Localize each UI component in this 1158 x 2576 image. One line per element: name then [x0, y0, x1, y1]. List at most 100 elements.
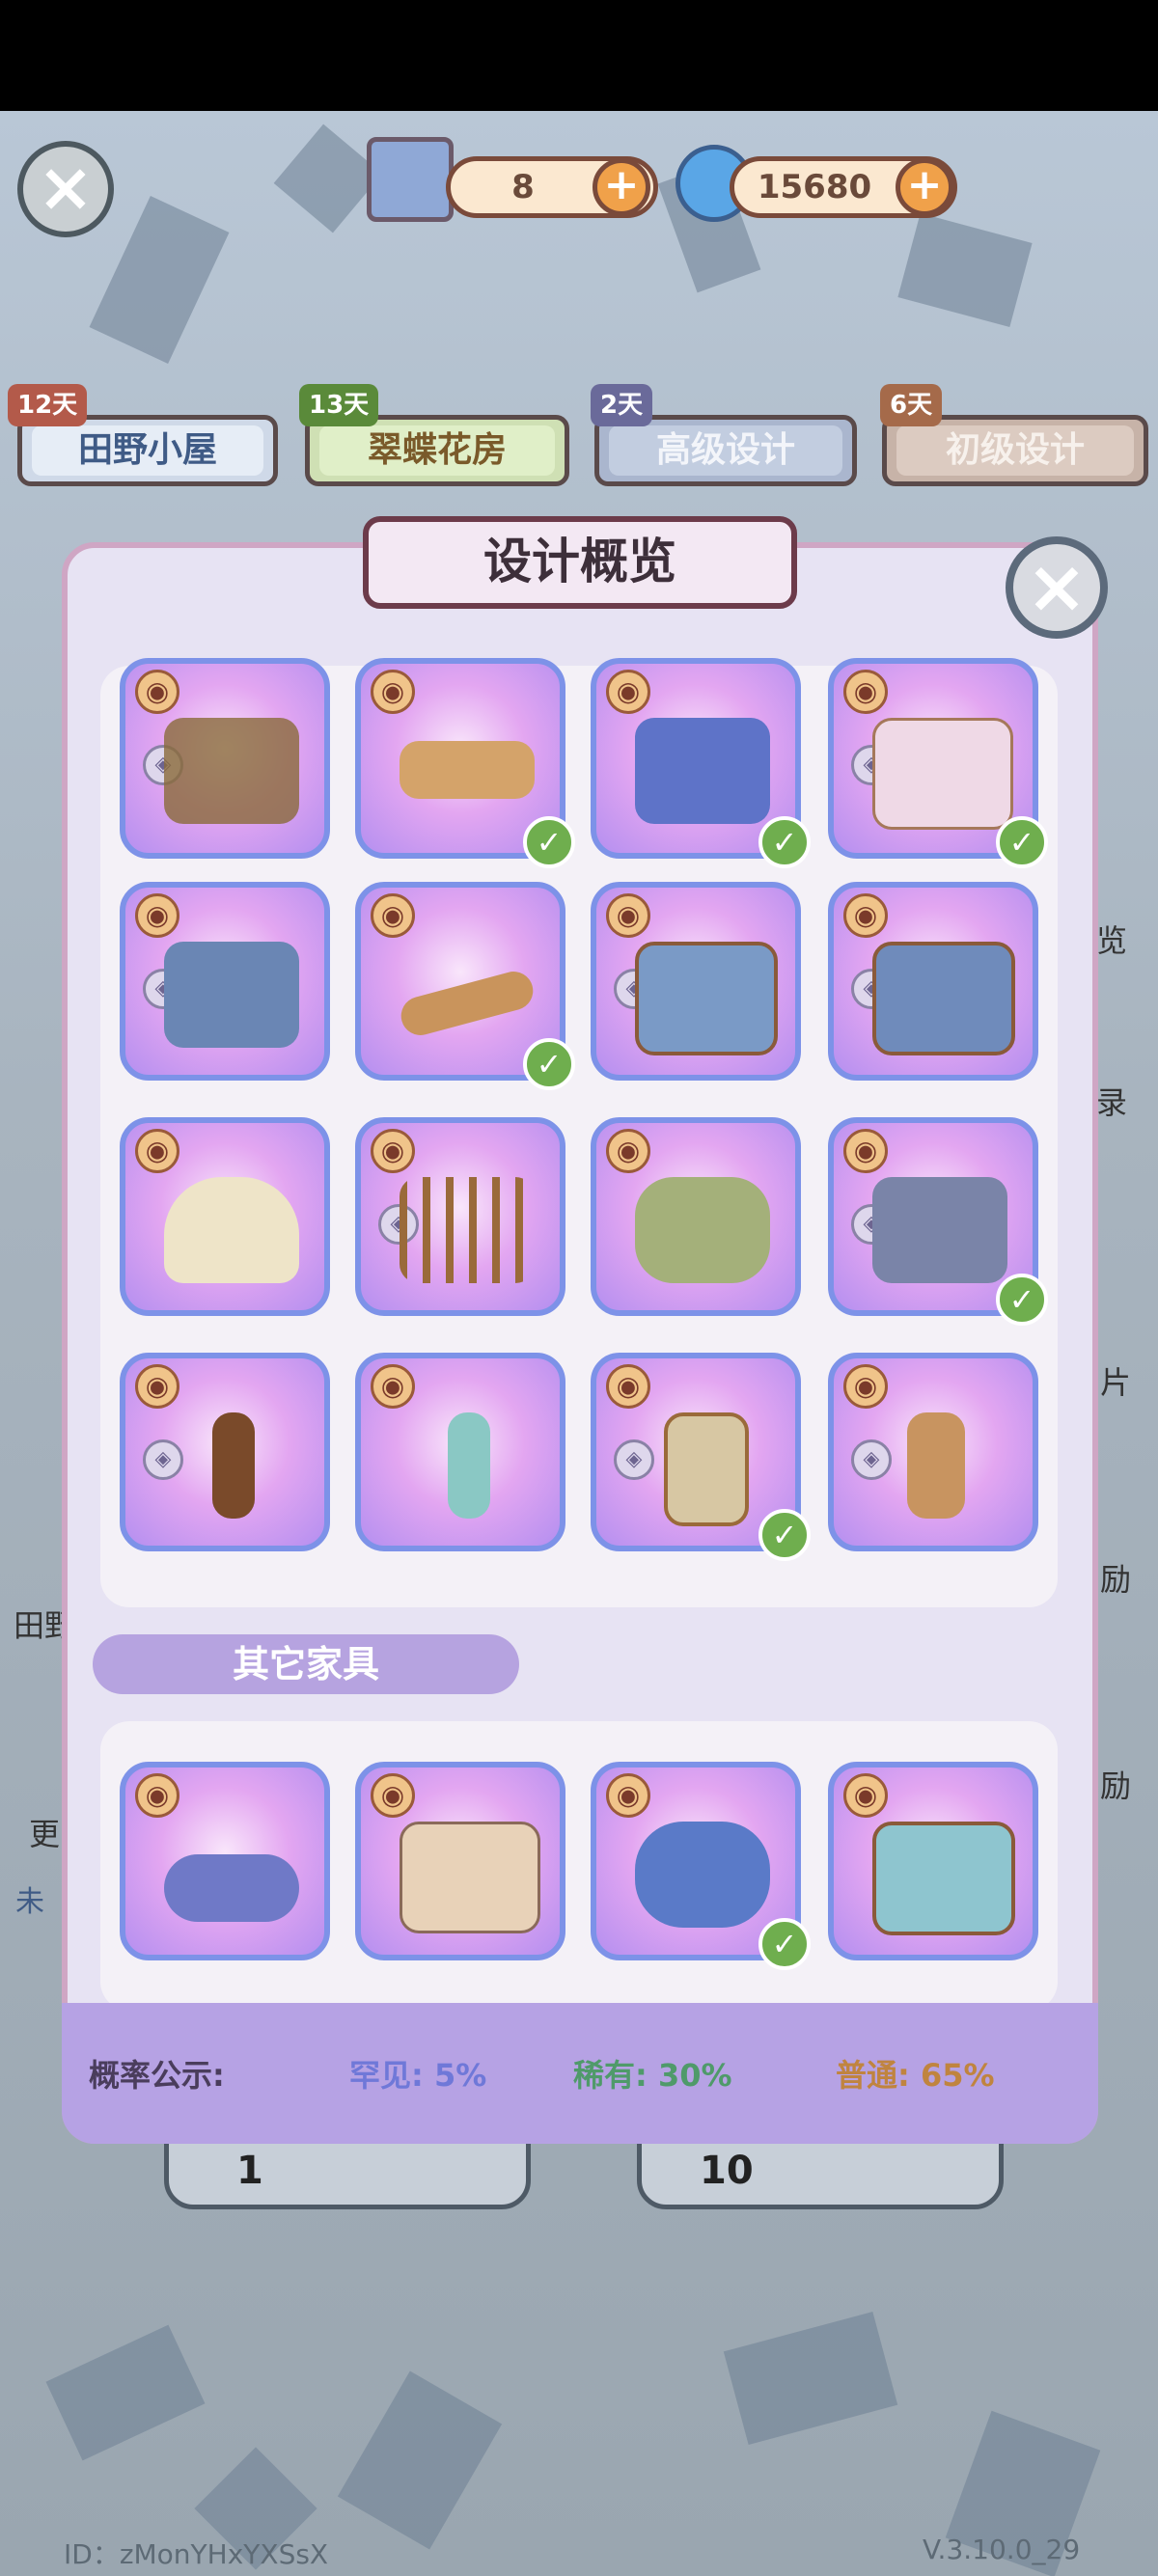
furniture-item[interactable]: ◉ ◈ [355, 1117, 565, 1316]
eye-icon[interactable]: ◉ [843, 1773, 888, 1818]
furniture-item[interactable]: ◉ [120, 1762, 330, 1960]
draw-count: 1 [236, 2149, 263, 2193]
tab-days-badge: 6天 [880, 384, 943, 426]
side-label: 片 [1100, 1364, 1132, 1401]
furniture-item[interactable]: ◉ ✓ [591, 1762, 811, 1970]
tab-days-badge: 12天 [8, 384, 88, 426]
furniture-item[interactable]: ◉ [828, 1762, 1038, 1960]
tab-days-badge: 13天 [299, 384, 379, 426]
cube-icon: ◈ [143, 1439, 183, 1480]
tab-label: 翠蝶花房 [319, 425, 555, 476]
side-label: 励 [1100, 1768, 1132, 1804]
furniture-item[interactable]: ◉ [355, 1353, 565, 1551]
wood-beam-art [397, 967, 538, 1040]
modal-title: 设计概览 [363, 516, 797, 609]
owned-check-icon: ✓ [758, 1918, 811, 1970]
flower-fence-art [400, 1822, 540, 1933]
eye-icon[interactable]: ◉ [606, 1773, 650, 1818]
eye-icon[interactable]: ◉ [135, 893, 179, 938]
side-label: 励 [1100, 1561, 1132, 1598]
furniture-item[interactable]: ◉ ◈ [828, 1353, 1038, 1551]
screen-door-art [907, 1412, 965, 1519]
flower-carpet-art [164, 1854, 299, 1922]
door-art [664, 1412, 749, 1526]
furniture-item[interactable]: ◉ ◈ [591, 882, 801, 1081]
ticket-count: 8 [511, 168, 535, 206]
owned-check-icon: ✓ [758, 1509, 811, 1561]
furniture-item[interactable]: ◉ ◈ [120, 1353, 330, 1551]
add-ticket-button[interactable]: + [593, 158, 650, 216]
modal-close-button[interactable]: × [1006, 536, 1108, 639]
back-close-button[interactable]: × [17, 141, 114, 237]
eye-icon[interactable]: ◉ [371, 1773, 415, 1818]
tab-label: 田野小屋 [32, 425, 263, 476]
furniture-item[interactable]: ◉ ◈ [828, 882, 1038, 1081]
cube-icon: ◈ [614, 1439, 654, 1480]
furniture-item[interactable]: ◉ ✓ [355, 882, 575, 1090]
wall-panel-art [212, 1412, 255, 1519]
owned-check-icon: ✓ [523, 1038, 575, 1090]
fence-gate-art [400, 1177, 535, 1283]
version-label: V.3.10.0_29 [923, 2534, 1081, 2565]
furniture-item[interactable]: ◉ ✓ [355, 658, 575, 868]
furniture-item[interactable]: ◉ ◈ [120, 658, 330, 859]
draw-one-button[interactable]: 1 [164, 2132, 531, 2209]
furniture-item[interactable]: ◉ [355, 1762, 565, 1960]
furniture-item[interactable]: ◉ ◈ ✓ [591, 1353, 811, 1561]
furniture-item[interactable]: ◉ ◈ [120, 882, 330, 1081]
owned-check-icon: ✓ [996, 1274, 1048, 1326]
add-coin-button[interactable]: + [896, 158, 953, 216]
eye-icon[interactable]: ◉ [606, 893, 650, 938]
eye-icon[interactable]: ◉ [371, 1364, 415, 1409]
flower-bush-art [635, 1822, 770, 1928]
owned-check-icon: ✓ [523, 816, 575, 868]
probability-rare: 稀有: 30% [573, 2057, 732, 2094]
probability-common: 普通: 65% [836, 2057, 995, 2094]
round-table-art [164, 1177, 299, 1283]
food-platter-art [164, 718, 299, 824]
eye-icon[interactable]: ◉ [135, 1129, 179, 1173]
eye-icon[interactable]: ◉ [371, 1129, 415, 1173]
flower-box-art [635, 718, 770, 824]
furniture-item[interactable]: ◉ ◈ ✓ [828, 1117, 1048, 1326]
wood-plank-art [400, 741, 535, 799]
eye-icon[interactable]: ◉ [843, 893, 888, 938]
furniture-item[interactable]: ◉ [591, 1117, 801, 1316]
side-label: 未 [15, 1885, 44, 1919]
furniture-item[interactable]: ◉ [120, 1117, 330, 1316]
pond-table-art [872, 1822, 1015, 1935]
daybed-art [164, 942, 299, 1048]
tab-label: 高级设计 [609, 425, 842, 476]
tab-label: 初级设计 [896, 425, 1134, 476]
flower-stall-art [872, 1177, 1007, 1283]
design-ticket-icon [367, 137, 454, 222]
side-label: 览 [1096, 922, 1128, 959]
curtain-art [872, 718, 1013, 830]
cube-icon: ◈ [851, 1439, 892, 1480]
tab-days-badge: 2天 [591, 384, 653, 426]
eye-icon[interactable]: ◉ [843, 1364, 888, 1409]
eye-icon[interactable]: ◉ [606, 670, 650, 714]
owned-check-icon: ✓ [758, 816, 811, 868]
coin-count: 15680 [757, 168, 872, 206]
draw-count: 10 [700, 2149, 754, 2193]
probability-label: 概率公示: [89, 2057, 225, 2094]
eye-icon[interactable]: ◉ [606, 1364, 650, 1409]
probability-uncommon: 罕见: 5% [349, 2057, 487, 2094]
furniture-item[interactable]: ◉ ✓ [591, 658, 811, 868]
eye-icon[interactable]: ◉ [371, 893, 415, 938]
armchair-art [635, 942, 778, 1055]
furniture-item[interactable]: ◉ ◈ ✓ [828, 658, 1048, 868]
side-label: 更 [29, 1816, 61, 1852]
eye-icon[interactable]: ◉ [371, 670, 415, 714]
eye-icon[interactable]: ◉ [606, 1129, 650, 1173]
armchair-art [872, 942, 1015, 1055]
window-panel-art [448, 1412, 490, 1519]
status-bar [0, 0, 1158, 111]
draw-ten-button[interactable]: 10 [637, 2132, 1004, 2209]
eye-icon[interactable]: ◉ [135, 670, 179, 714]
eye-icon[interactable]: ◉ [135, 1364, 179, 1409]
eye-icon[interactable]: ◉ [135, 1773, 179, 1818]
eye-icon[interactable]: ◉ [843, 670, 888, 714]
eye-icon[interactable]: ◉ [843, 1129, 888, 1173]
